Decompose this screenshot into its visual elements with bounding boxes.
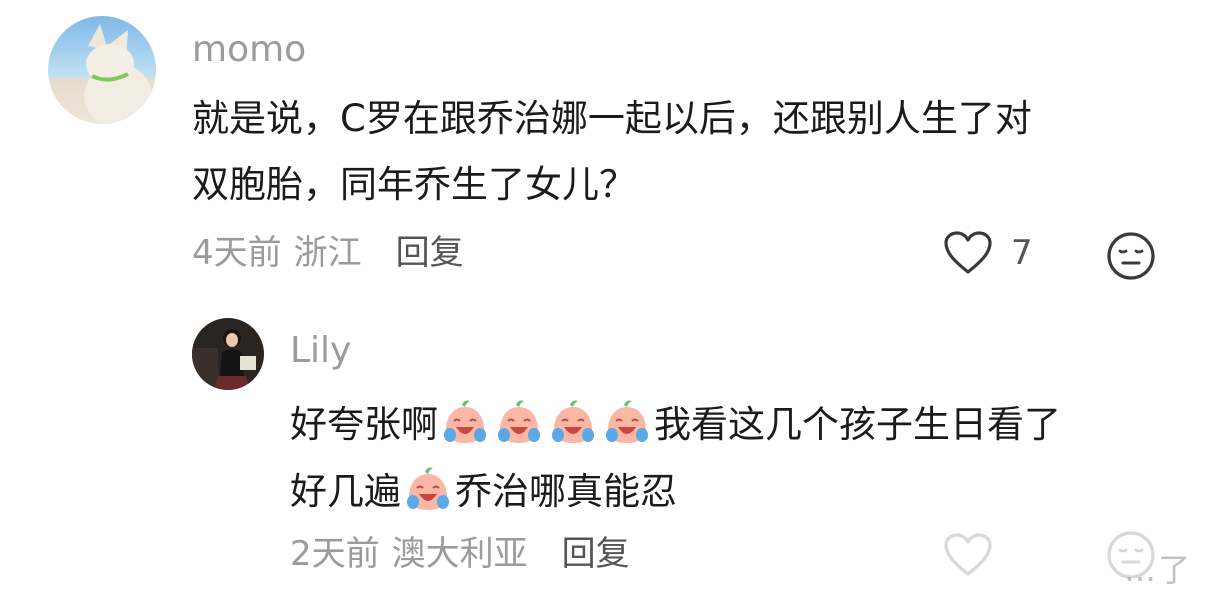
like-count: 7	[1011, 233, 1033, 273]
comment-time: 4天前	[192, 233, 282, 273]
reply-meta: 2天前 澳大利亚 回复	[290, 537, 630, 571]
woman-photo-icon	[192, 318, 264, 390]
crying-laughing-peach-emoji-icon	[498, 400, 540, 443]
reply-text-line-2: 好几遍 乔治哪真能忍	[290, 464, 677, 514]
reply-text-segment: 我看这几个孩子生日看了	[654, 403, 1061, 446]
reply-time: 2天前	[290, 534, 380, 574]
username-momo[interactable]: momo	[192, 32, 306, 68]
reply-button[interactable]: 回复	[396, 233, 464, 273]
crying-laughing-peach-emoji-icon	[444, 400, 486, 443]
meh-face-icon	[1107, 232, 1155, 280]
dog-photo-icon	[48, 16, 156, 124]
comment-text-line-1: 就是说，C罗在跟乔治娜一起以后，还跟别人生了对	[192, 97, 1032, 140]
avatar-momo[interactable]	[48, 16, 156, 124]
crying-laughing-peach-emoji-icon	[552, 400, 594, 443]
comment-text-line-2: 双胞胎，同年乔生了女儿？	[192, 163, 636, 206]
reply-text-segment: 好几遍	[290, 470, 401, 513]
crying-laughing-peach-emoji-icon	[606, 400, 648, 443]
reply-button-2[interactable]: 回复	[562, 534, 630, 574]
username-lily[interactable]: Lily	[290, 333, 351, 369]
dislike-button[interactable]	[1106, 231, 1156, 281]
comment-meta: 4天前 浙江 回复	[192, 236, 464, 270]
reply-location: 澳大利亚	[391, 534, 528, 574]
watermark-text: …了	[1123, 551, 1192, 589]
avatar-lily[interactable]	[192, 318, 264, 390]
crying-laughing-peach-emoji-icon	[407, 467, 449, 510]
reply-text-segment: 好夸张啊	[290, 403, 438, 446]
reply-text-line-1: 好夸张啊 我看这几个孩子生日看了	[290, 397, 1061, 447]
reply-text-segment: 乔治哪真能忍	[455, 470, 677, 513]
heart-outline-icon	[944, 231, 992, 274]
comment-location: 浙江	[293, 233, 362, 273]
like-button[interactable]: 7	[943, 230, 1033, 276]
